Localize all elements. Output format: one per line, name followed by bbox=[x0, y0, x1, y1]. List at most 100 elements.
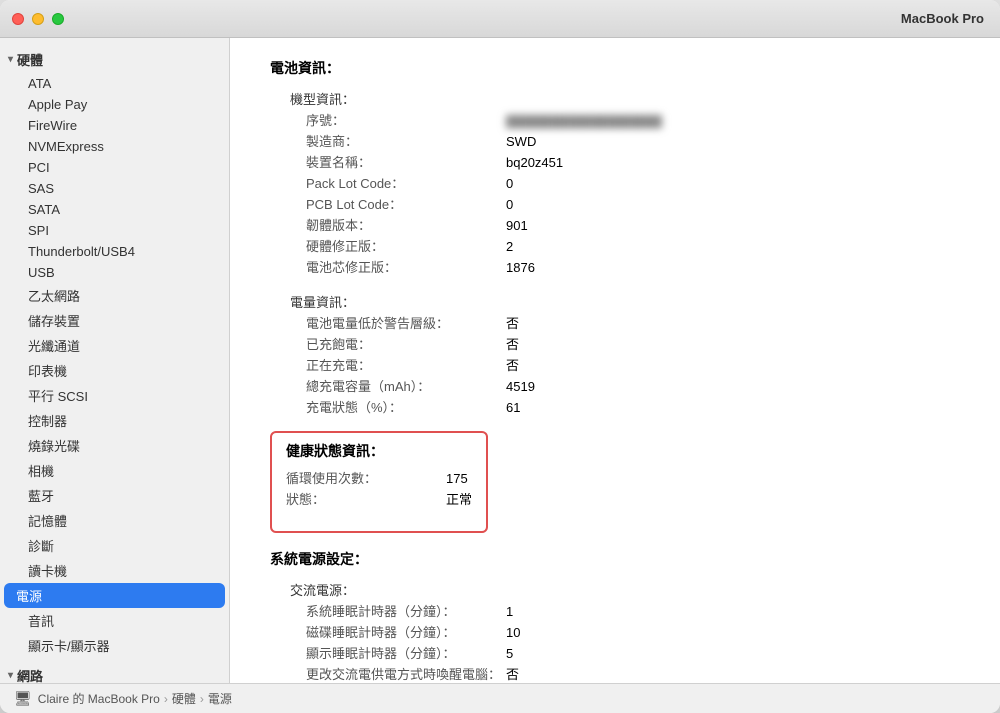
sidebar-item-nvmexpress[interactable]: NVMExpress bbox=[0, 136, 229, 157]
ac-power-section: 交流電源： 系統睡眠計時器（分鐘）： 1 磁碟睡眠計時器（分鐘）： 10 顯示睡… bbox=[290, 579, 970, 683]
pack-lot-row: Pack Lot Code： 0 bbox=[306, 172, 970, 193]
display-sleep-value: 5 bbox=[506, 646, 513, 661]
charged-value: 否 bbox=[506, 334, 519, 353]
charging-row: 正在充電： 否 bbox=[306, 354, 970, 375]
sidebar-item-ata[interactable]: ATA bbox=[0, 73, 229, 94]
sidebar-item-memory[interactable]: 記憶體 bbox=[0, 508, 229, 533]
manufacturer-label: 製造商： bbox=[306, 131, 506, 150]
main-window: MacBook Pro ▾ 硬體 ATA Apple Pay FireWire … bbox=[0, 0, 1000, 713]
health-status-label: 狀態： bbox=[286, 489, 446, 508]
sidebar-item-storage[interactable]: 儲存裝置 bbox=[0, 308, 229, 333]
firmware-row: 韌體版本： 901 bbox=[306, 214, 970, 235]
capacity-label: 總充電容量（mAh）： bbox=[306, 376, 506, 395]
sidebar-item-ethernet[interactable]: 乙太網路 bbox=[0, 283, 229, 308]
sidebar-item-controller[interactable]: 控制器 bbox=[0, 408, 229, 433]
power-info-label: 電量資訊： bbox=[290, 292, 490, 311]
display-sleep-row: 顯示睡眠計時器（分鐘）： 5 bbox=[306, 642, 970, 663]
sidebar-item-thunderbolt[interactable]: Thunderbolt/USB4 bbox=[0, 241, 229, 262]
minimize-button[interactable] bbox=[32, 13, 44, 25]
sidebar-item-sas[interactable]: SAS bbox=[0, 178, 229, 199]
breadcrumb: 🖥 Claire 的 MacBook Pro › 硬體 › 電源 bbox=[0, 683, 1000, 713]
model-info-label: 機型資訊： bbox=[290, 89, 490, 108]
sidebar-item-spi[interactable]: SPI bbox=[0, 220, 229, 241]
capacity-value: 4519 bbox=[506, 379, 535, 394]
model-info-header: 機型資訊： bbox=[290, 88, 970, 109]
sys-sleep-label: 系統睡眠計時器（分鐘）： bbox=[306, 601, 506, 620]
cell-revision-value: 1876 bbox=[506, 260, 535, 275]
cycle-count-row: 循環使用次數： 175 bbox=[286, 467, 472, 488]
cell-revision-row: 電池芯修正版： 1876 bbox=[306, 256, 970, 277]
device-name-row: 裝置名稱： bq20z451 bbox=[306, 151, 970, 172]
ac-wake-row: 更改交流電供電方式時喚醒電腦： 否 bbox=[306, 663, 970, 683]
serial-value: ████████████████████ bbox=[506, 116, 662, 128]
sidebar-item-printer[interactable]: 印表機 bbox=[0, 358, 229, 383]
sidebar-item-audio[interactable]: 音訊 bbox=[0, 608, 229, 633]
sidebar-item-diagnostics[interactable]: 診斷 bbox=[0, 533, 229, 558]
maximize-button[interactable] bbox=[52, 13, 64, 25]
traffic-lights bbox=[12, 13, 64, 25]
sidebar-item-camera[interactable]: 相機 bbox=[0, 458, 229, 483]
main-content: ▾ 硬體 ATA Apple Pay FireWire NVMExpress P… bbox=[0, 38, 1000, 683]
chevron-down-icon-network: ▾ bbox=[8, 670, 13, 681]
serial-row: 序號： ████████████████████ bbox=[306, 109, 970, 130]
model-rows: 序號： ████████████████████ 製造商： SWD 裝置名稱： … bbox=[306, 109, 970, 277]
serial-label: 序號： bbox=[306, 110, 506, 129]
manufacturer-value: SWD bbox=[506, 134, 536, 149]
low-battery-row: 電池電量低於警告層級： 否 bbox=[306, 312, 970, 333]
sidebar-group-hardware[interactable]: ▾ 硬體 bbox=[0, 46, 229, 73]
sidebar-group-network[interactable]: ▾ 網路 bbox=[0, 662, 229, 683]
firmware-label: 韌體版本： bbox=[306, 215, 506, 234]
capacity-row: 總充電容量（mAh）： 4519 bbox=[306, 375, 970, 396]
sidebar-item-scsi[interactable]: 平行 SCSI bbox=[0, 383, 229, 408]
low-battery-label: 電池電量低於警告層級： bbox=[306, 313, 506, 332]
charge-level-row: 充電狀態（%）： 61 bbox=[306, 396, 970, 417]
sidebar-item-optical[interactable]: 燒錄光碟 bbox=[0, 433, 229, 458]
sidebar-item-fiber[interactable]: 光纖通道 bbox=[0, 333, 229, 358]
system-power-title: 系統電源設定： bbox=[270, 549, 970, 569]
ac-power-label: 交流電源： bbox=[290, 580, 490, 599]
sidebar: ▾ 硬體 ATA Apple Pay FireWire NVMExpress P… bbox=[0, 38, 230, 683]
close-button[interactable] bbox=[12, 13, 24, 25]
breadcrumb-sep-2: › bbox=[200, 692, 204, 706]
sidebar-group-hardware-label: 硬體 bbox=[17, 50, 43, 69]
computer-icon: 🖥 bbox=[14, 690, 32, 707]
sidebar-item-power[interactable]: 電源 bbox=[4, 583, 225, 608]
detail-pane: 電池資訊： 機型資訊： 序號： ████████████████████ 製造商… bbox=[230, 38, 1000, 683]
battery-info-title: 電池資訊： bbox=[270, 58, 970, 78]
sidebar-item-cardreader[interactable]: 讀卡機 bbox=[0, 558, 229, 583]
sidebar-item-usb[interactable]: USB bbox=[0, 262, 229, 283]
display-sleep-label: 顯示睡眠計時器（分鐘）： bbox=[306, 643, 506, 662]
health-status-row: 狀態： 正常 bbox=[286, 488, 472, 509]
disk-sleep-value: 10 bbox=[506, 625, 520, 640]
power-info-header: 電量資訊： bbox=[290, 291, 970, 312]
sidebar-item-firewire[interactable]: FireWire bbox=[0, 115, 229, 136]
hw-revision-value: 2 bbox=[506, 239, 513, 254]
charge-level-value: 61 bbox=[506, 400, 520, 415]
window-title: MacBook Pro bbox=[64, 11, 988, 26]
sidebar-item-applepay[interactable]: Apple Pay bbox=[0, 94, 229, 115]
sidebar-item-pci[interactable]: PCI bbox=[0, 157, 229, 178]
health-rows: 循環使用次數： 175 狀態： 正常 bbox=[286, 467, 472, 509]
ac-power-header: 交流電源： bbox=[290, 579, 970, 600]
health-info-box: 健康狀態資訊： 循環使用次數： 175 狀態： 正常 bbox=[270, 431, 488, 533]
sidebar-item-display[interactable]: 顯示卡/顯示器 bbox=[0, 633, 229, 658]
disk-sleep-row: 磁碟睡眠計時器（分鐘）： 10 bbox=[306, 621, 970, 642]
breadcrumb-part-1: Claire 的 MacBook Pro bbox=[38, 690, 160, 707]
hw-revision-row: 硬體修正版： 2 bbox=[306, 235, 970, 256]
chevron-down-icon: ▾ bbox=[8, 54, 13, 65]
charging-label: 正在充電： bbox=[306, 355, 506, 374]
charge-level-label: 充電狀態（%）： bbox=[306, 397, 506, 416]
charged-label: 已充飽電： bbox=[306, 334, 506, 353]
ac-wake-value: 否 bbox=[506, 664, 519, 683]
cycle-count-label: 循環使用次數： bbox=[286, 468, 446, 487]
sys-sleep-value: 1 bbox=[506, 604, 513, 619]
power-info-section: 電量資訊： 電池電量低於警告層級： 否 已充飽電： 否 正在充電： 否 bbox=[290, 291, 970, 417]
sidebar-item-sata[interactable]: SATA bbox=[0, 199, 229, 220]
sidebar-item-bluetooth[interactable]: 藍牙 bbox=[0, 483, 229, 508]
cell-revision-label: 電池芯修正版： bbox=[306, 257, 506, 276]
pack-lot-value: 0 bbox=[506, 176, 513, 191]
device-name-label: 裝置名稱： bbox=[306, 152, 506, 171]
device-name-value: bq20z451 bbox=[506, 155, 563, 170]
titlebar: MacBook Pro bbox=[0, 0, 1000, 38]
ac-rows: 系統睡眠計時器（分鐘）： 1 磁碟睡眠計時器（分鐘）： 10 顯示睡眠計時器（分… bbox=[306, 600, 970, 683]
